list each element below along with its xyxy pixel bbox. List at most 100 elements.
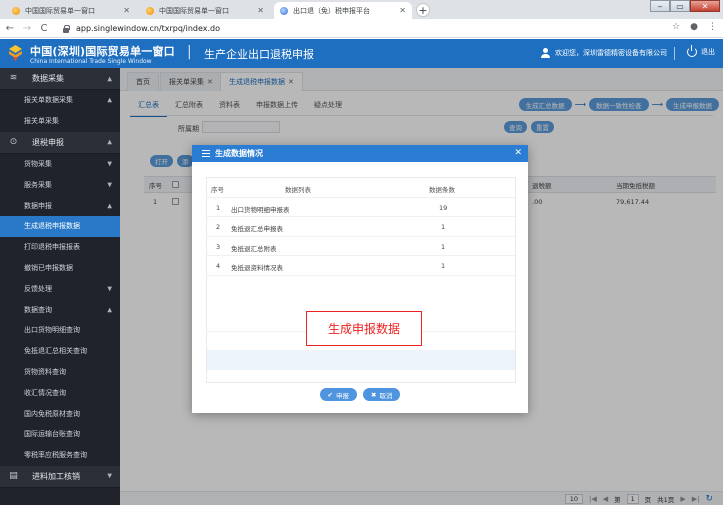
close-tab-icon[interactable]: ✕ (399, 6, 406, 15)
row-count: 1 (441, 242, 446, 251)
declare-button[interactable]: ✔ 申报 (319, 388, 357, 401)
sidebar-item-label: 零税率应税服务查询 (24, 451, 87, 460)
welcome-text: 欢迎您，深圳雷德精密设备有限公司 (555, 49, 667, 57)
single-window-logo-icon (9, 45, 22, 61)
profile-icon[interactable]: ● (690, 22, 698, 32)
new-tab-button[interactable]: + (416, 3, 430, 17)
browser-menu-icon[interactable]: ⋮ (708, 22, 717, 32)
sidebar-item-label: 生成退税申报数据 (24, 222, 80, 231)
table-row[interactable]: 1 出口货物明细申报表 19 (207, 198, 515, 217)
sidebar-item[interactable]: 数据申报 ▲ (0, 195, 120, 216)
sidebar-item[interactable]: 打印退税申报报表 (0, 237, 120, 258)
caret-icon: ▼ (107, 285, 112, 293)
row-name: 免抵退汇总附表 (231, 244, 277, 253)
sidebar-item[interactable]: 生成退税申报数据 (0, 215, 120, 237)
table-row[interactable]: 4 免抵退资料情况表 1 (207, 256, 515, 276)
sidebar-item-label: 打印退税申报报表 (24, 243, 80, 252)
sidebar-item[interactable]: 零税率应税服务查询 (0, 445, 120, 466)
database-icon: ≋ (9, 73, 18, 83)
sidebar-item-label: 数据查询 (24, 305, 52, 314)
brand-name: 中国(深圳)国际贸易单一窗口 (30, 45, 175, 58)
sidebar-item[interactable]: 货物采集 ▼ (0, 154, 120, 175)
sidebar-item-label: 货物采集 (24, 159, 52, 168)
empty-row-highlight (207, 350, 515, 370)
sidebar-item[interactable]: 国内免税原材查询 (0, 403, 120, 424)
site-favicon-icon (146, 6, 154, 15)
sidebar-item[interactable]: 免抵退汇总相关查询 (0, 341, 120, 362)
sidebar-item[interactable]: 反馈处理 ▼ (0, 278, 120, 299)
table-row[interactable]: 2 免抵退汇总申报表 1 (207, 217, 515, 237)
sidebar-item-label: 货物资料查询 (24, 367, 66, 376)
row-index: 4 (216, 262, 221, 270)
sidebar: ≋ 数据采集 ▲ 报关单数据采集 ▲ 报关单采集 ⊙ 退税申报 ▲ 货物采集 ▼ 服务采集 ▼ 数据申报 ▲… (0, 68, 120, 505)
sidebar-group-label: 进料加工核销 (32, 471, 80, 481)
header-separator: | (187, 44, 192, 60)
sidebar-item[interactable]: 国际运输台账查询 (0, 424, 120, 445)
sidebar-item[interactable]: 撤销已申报数据 (0, 258, 120, 279)
sidebar-item-label: 反馈处理 (24, 284, 52, 293)
forward-icon[interactable]: → (20, 23, 34, 34)
dialog-header: 生成数据情况 ✕ (192, 145, 528, 162)
generated-data-dialog: 生成数据情况 ✕ 序号 数据列表 数据条数 1 出口货物明细申报表 19 2 免… (192, 145, 528, 413)
app-title: 生产企业出口退税申报 (204, 48, 314, 61)
browser-tab-2[interactable]: 中国国际贸易单一窗口 ✕ (140, 2, 270, 19)
dialog-close-icon[interactable]: ✕ (514, 148, 522, 158)
browser-tab-3[interactable]: 出口退（免）税申报平台 ✕ (274, 2, 412, 19)
row-name: 免抵退汇总申报表 (231, 225, 283, 233)
maximize-button[interactable]: ▭ (670, 0, 690, 12)
minimize-button[interactable]: ‒ (650, 0, 670, 12)
caret-icon: ▲ (107, 306, 112, 314)
power-icon (687, 45, 697, 57)
app-header: 中国(深圳)国际贸易单一窗口 China International Trade… (0, 39, 723, 68)
close-tab-icon[interactable]: ✕ (257, 6, 264, 15)
sidebar-item-label: 报关单采集 (24, 117, 59, 126)
browser-tab-1[interactable]: 中国国际贸易单一窗口 ✕ (6, 2, 136, 19)
browser-tab-strip: 中国国际贸易单一窗口 ✕ 中国国际贸易单一窗口 ✕ 出口退（免）税申报平台 ✕ … (0, 0, 723, 19)
cancel-icon: ✖ (371, 390, 377, 399)
sidebar-group[interactable]: ⊙ 退税申报 ▲ (0, 131, 120, 154)
column-header: 数据列表 (285, 186, 311, 194)
browser-tab-label: 中国国际贸易单一窗口 (25, 6, 95, 15)
sidebar-item[interactable]: 出口货物明细查询 (0, 320, 120, 341)
caret-icon: ▼ (107, 472, 112, 480)
sidebar-item-label: 收汇情况查询 (24, 388, 66, 397)
sidebar-item-label: 国内免税原材查询 (24, 409, 80, 418)
close-tab-icon[interactable]: ✕ (123, 6, 130, 15)
url-field[interactable]: app.singlewindow.cn/txrpq/index.do (62, 21, 661, 36)
sidebar-item-label: 报关单数据采集 (24, 96, 73, 105)
logout-label: 退出 (701, 48, 715, 56)
caret-icon: ▲ (107, 96, 112, 104)
header-divider (674, 47, 675, 60)
cancel-button[interactable]: ✖ 取消 (363, 388, 401, 401)
sidebar-group[interactable]: ≋ 数据采集 ▲ (0, 68, 120, 90)
sidebar-group[interactable]: ▤ 进料加工核销 ▼ (0, 465, 120, 488)
logout-button[interactable]: 退出 (687, 45, 715, 57)
window-controls: ‒ ▭ ✕ (650, 0, 720, 12)
sidebar-group-label: 数据采集 (32, 74, 64, 83)
dialog-title: 生成数据情况 (215, 149, 263, 158)
list-icon (202, 150, 210, 157)
button-label: 取消 (379, 391, 393, 400)
sidebar-item[interactable]: 货物资料查询 (0, 362, 120, 383)
close-window-button[interactable]: ✕ (690, 0, 720, 12)
row-count: 19 (439, 203, 448, 212)
back-icon[interactable]: ← (3, 23, 17, 34)
check-icon: ✔ (327, 390, 333, 399)
button-label: 申报 (336, 391, 349, 400)
site-favicon-icon (280, 6, 288, 15)
sidebar-item[interactable]: 报关单数据采集 ▲ (0, 90, 120, 111)
site-favicon-icon (12, 6, 20, 15)
url-text: app.singlewindow.cn/txrpq/index.do (76, 24, 221, 33)
bookmark-star-icon[interactable]: ☆ (672, 22, 680, 32)
caret-icon: ▲ (107, 202, 112, 210)
sidebar-item[interactable]: 报关单采集 (0, 111, 120, 132)
caret-icon: ▲ (107, 138, 112, 146)
sidebar-item-label: 撤销已申报数据 (24, 263, 73, 272)
sidebar-item[interactable]: 数据查询 ▲ (0, 299, 120, 320)
row-count: 1 (441, 223, 446, 231)
table-row[interactable]: 3 免抵退汇总附表 1 (207, 237, 515, 256)
caret-icon: ▲ (107, 75, 112, 82)
sidebar-item[interactable]: 服务采集 ▼ (0, 174, 120, 195)
sidebar-item[interactable]: 收汇情况查询 (0, 382, 120, 403)
reload-icon[interactable]: C (37, 23, 51, 34)
